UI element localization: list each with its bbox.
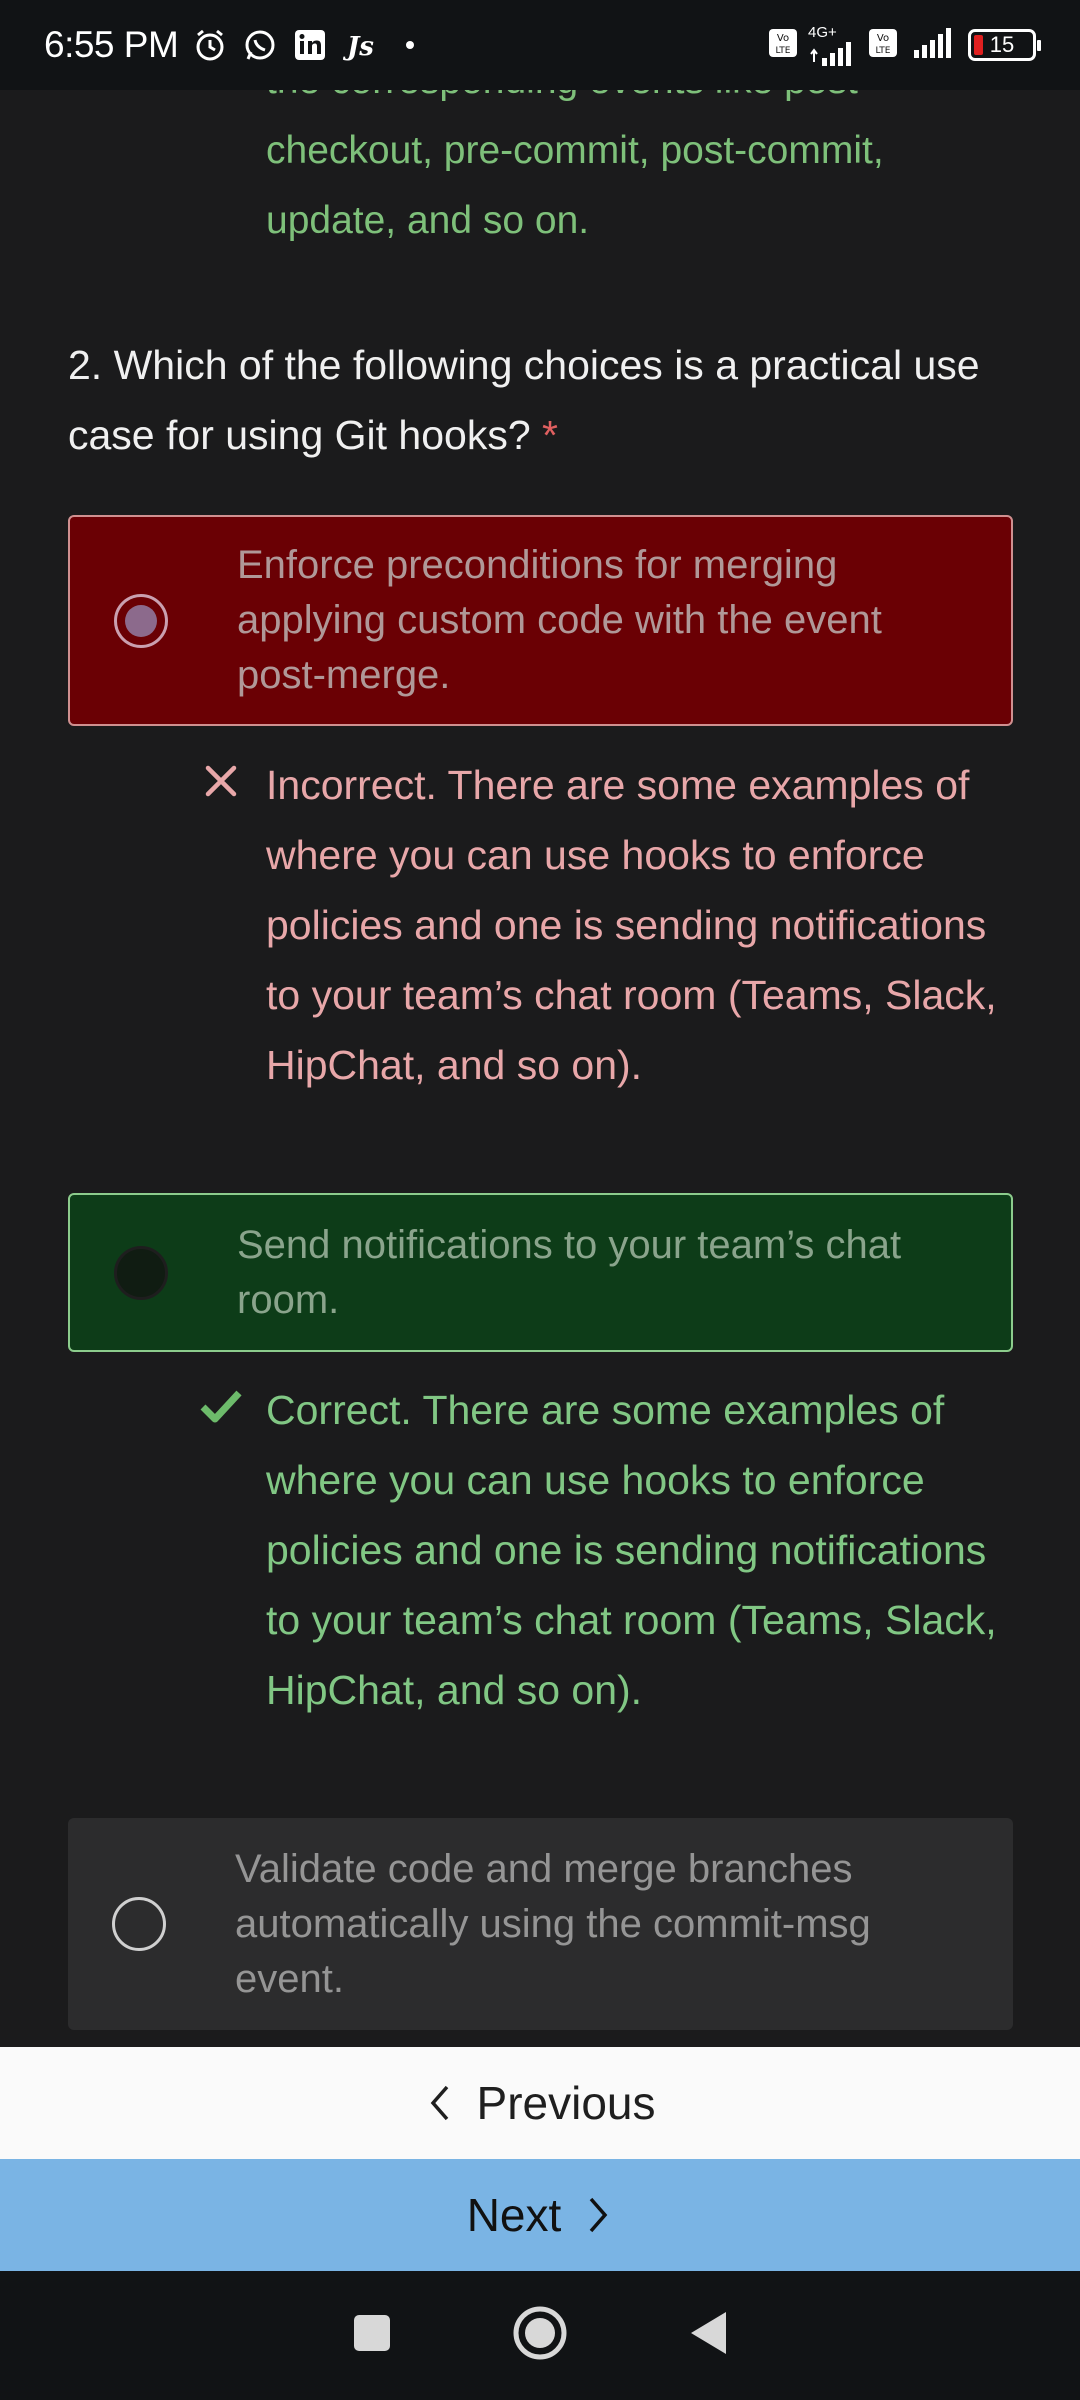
svg-text:Vo: Vo bbox=[777, 33, 789, 44]
volte-icon: Vo LTE bbox=[768, 28, 798, 63]
answer-option-3[interactable]: Validate code and merge branches automat… bbox=[68, 1818, 1013, 2030]
signal-icon: 4G+ bbox=[808, 25, 858, 66]
recents-button[interactable] bbox=[352, 2313, 392, 2358]
whatsapp-icon bbox=[242, 27, 278, 63]
alarm-icon bbox=[192, 27, 228, 63]
home-button[interactable] bbox=[512, 2305, 568, 2366]
correct-feedback: Correct. There are some examples of wher… bbox=[266, 1387, 997, 1713]
question-text: 2. Which of the following choices is a p… bbox=[68, 330, 1028, 470]
more-notifications-dot bbox=[406, 41, 415, 49]
checkmark-icon bbox=[198, 1383, 244, 1429]
back-button[interactable] bbox=[688, 2310, 728, 2361]
js-icon: Js bbox=[342, 27, 378, 63]
network-type: 4G+ bbox=[808, 23, 837, 41]
previous-question-feedback: the corresponding events like post-check… bbox=[266, 90, 884, 242]
incorrect-feedback: Incorrect. There are some examples of wh… bbox=[266, 762, 997, 1088]
previous-button[interactable]: Previous bbox=[0, 2047, 1080, 2159]
svg-text:LTE: LTE bbox=[776, 46, 791, 56]
answer-option-2[interactable]: Send notifications to your team’s chat r… bbox=[68, 1193, 1013, 1352]
incorrect-x-icon bbox=[198, 758, 244, 804]
chevron-right-icon bbox=[583, 2195, 613, 2235]
answer-option-label: Send notifications to your team’s chat r… bbox=[237, 1222, 902, 1322]
status-time: 6:55 PM bbox=[44, 24, 179, 65]
svg-text:LTE: LTE bbox=[876, 46, 891, 56]
volte-icon: Vo LTE bbox=[868, 28, 898, 63]
radio-button[interactable] bbox=[114, 1245, 168, 1300]
next-button-label: Next bbox=[466, 2189, 562, 2241]
status-bar: 6:55 PM Js Vo LTE 4G+ Vo LTE 15 bbox=[0, 0, 1080, 90]
system-navigation-bar bbox=[0, 2271, 1080, 2400]
svg-text:Js: Js bbox=[343, 32, 374, 62]
system-icons: Vo LTE 4G+ Vo LTE 15 bbox=[768, 25, 1041, 66]
battery-percent: 15 bbox=[989, 32, 1015, 57]
required-marker: * bbox=[542, 412, 559, 458]
notification-icons: Js bbox=[192, 27, 415, 63]
linkedin-icon bbox=[292, 27, 328, 63]
svg-text:Vo: Vo bbox=[877, 33, 889, 44]
radio-button-selected[interactable] bbox=[114, 593, 168, 648]
next-button[interactable]: Next bbox=[0, 2159, 1080, 2271]
answer-option-label: Validate code and merge branches automat… bbox=[235, 1846, 871, 2001]
answer-option-label: Enforce preconditions for merging applyi… bbox=[237, 543, 882, 697]
battery-level bbox=[974, 35, 983, 55]
quiz-content[interactable]: the corresponding events like post-check… bbox=[0, 90, 1080, 2047]
question-label: 2. Which of the following choices is a p… bbox=[68, 342, 980, 458]
answer-option-1[interactable]: Enforce preconditions for merging applyi… bbox=[68, 515, 1013, 726]
signal-icon bbox=[908, 27, 958, 63]
radio-selected-dot bbox=[125, 604, 157, 637]
radio-button[interactable] bbox=[112, 1897, 166, 1951]
previous-button-label: Previous bbox=[476, 2077, 656, 2129]
chevron-left-icon bbox=[425, 2083, 455, 2123]
battery-icon: 15 bbox=[968, 29, 1041, 61]
